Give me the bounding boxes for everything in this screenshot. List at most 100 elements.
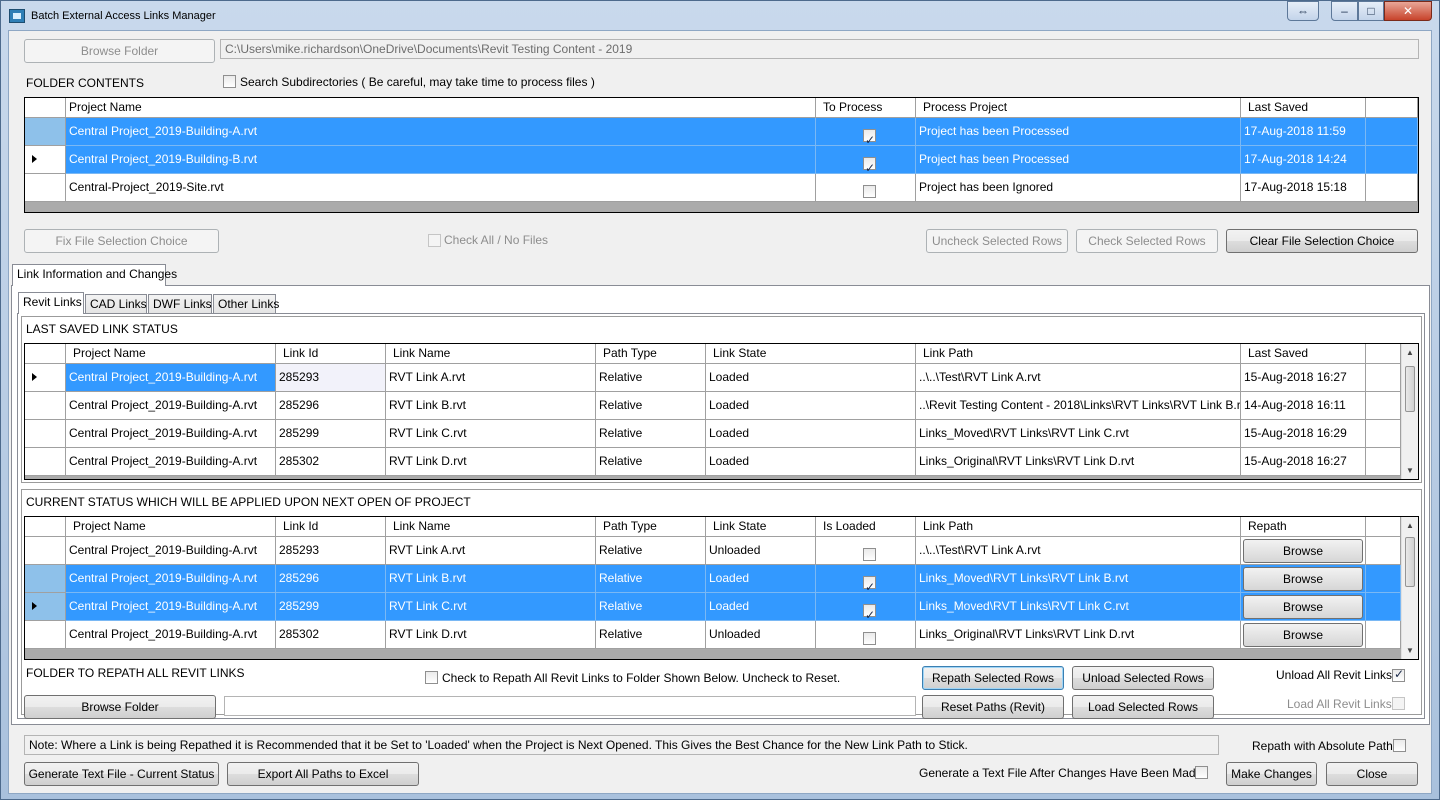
repath-folder-field[interactable] [224,696,916,716]
column-header[interactable]: Project Name [66,344,276,364]
table-row[interactable]: Central Project_2019-Building-A.rvt 2852… [25,364,1401,392]
tab-revit-links[interactable]: Revit Links [18,292,84,314]
last-saved-cell[interactable]: 17-Aug-2018 11:59 [1241,118,1366,146]
link-name-cell[interactable]: RVT Link B.rvt [386,565,596,593]
row-header[interactable] [25,174,66,202]
column-header[interactable]: Link State [706,517,816,537]
reset-paths-button[interactable]: Reset Paths (Revit) [922,695,1064,719]
column-header[interactable]: Is Loaded [816,517,916,537]
row-header[interactable] [25,448,66,476]
maximize-button[interactable]: □ [1358,1,1384,21]
to-process-cell[interactable] [816,174,916,202]
link-state-cell[interactable]: Loaded [706,420,916,448]
link-name-cell[interactable]: RVT Link C.rvt [386,593,596,621]
last-saved-cell[interactable]: 15-Aug-2018 16:27 [1241,448,1366,476]
unload-all-checkbox[interactable] [1392,667,1405,682]
link-name-cell[interactable]: RVT Link C.rvt [386,420,596,448]
link-id-cell[interactable]: 285299 [276,593,386,621]
is-loaded-checkbox[interactable] [863,548,876,561]
tab-dwf-links[interactable]: DWF Links [148,294,212,314]
link-state-cell[interactable]: Loaded [706,392,916,420]
row-header[interactable] [25,537,66,565]
path-type-cell[interactable]: Relative [596,364,706,392]
link-id-cell[interactable]: 285296 [276,392,386,420]
vertical-scrollbar[interactable]: ▲ ▼ [1401,344,1418,479]
row-header[interactable] [25,593,66,621]
export-paths-excel-button[interactable]: Export All Paths to Excel [227,762,419,786]
link-id-cell[interactable]: 285293 [276,364,386,392]
generate-after-checkbox[interactable] [1195,766,1208,779]
project-name-cell[interactable]: Central Project_2019-Building-A.rvt [66,118,816,146]
column-header[interactable]: Link State [706,344,916,364]
column-header[interactable]: Path Type [596,517,706,537]
column-header[interactable]: Last Saved [1241,98,1366,118]
scroll-up-icon[interactable]: ▲ [1402,344,1418,361]
path-type-cell[interactable]: Relative [596,537,706,565]
column-header[interactable]: Project Name [66,98,816,118]
row-header[interactable] [25,565,66,593]
link-id-cell[interactable]: 285299 [276,420,386,448]
load-selected-rows-button[interactable]: Load Selected Rows [1072,695,1214,719]
last-saved-cell[interactable]: 17-Aug-2018 15:18 [1241,174,1366,202]
browse-repath-button[interactable]: Browse [1243,595,1363,619]
last-saved-cell[interactable]: 15-Aug-2018 16:27 [1241,364,1366,392]
project-name-cell[interactable]: Central Project_2019-Building-A.rvt [66,537,276,565]
link-state-cell[interactable]: Loaded [706,593,816,621]
last-saved-cell[interactable]: 17-Aug-2018 14:24 [1241,146,1366,174]
browse-folder-button[interactable]: Browse Folder [24,39,215,63]
to-process-cell[interactable] [816,146,916,174]
project-name-cell[interactable]: Central-Project_2019-Site.rvt [66,174,816,202]
table-row[interactable]: Central Project_2019-Building-A.rvt 2852… [25,565,1401,593]
row-header[interactable] [25,621,66,649]
link-path-cell[interactable]: Links_Original\RVT Links\RVT Link D.rvt [916,621,1241,649]
path-type-cell[interactable]: Relative [596,420,706,448]
column-header[interactable]: Link Path [916,344,1241,364]
project-name-cell[interactable]: Central Project_2019-Building-A.rvt [66,448,276,476]
resize-arrows-button[interactable]: ⇔ [1287,1,1319,21]
link-state-cell[interactable]: Loaded [706,364,916,392]
link-state-cell[interactable]: Unloaded [706,621,816,649]
column-header[interactable]: Link Name [386,344,596,364]
link-path-cell[interactable]: ..\Revit Testing Content - 2018\Links\RV… [916,392,1241,420]
uncheck-selected-rows-button[interactable]: Uncheck Selected Rows [926,229,1068,253]
scroll-thumb[interactable] [1405,366,1415,412]
column-header[interactable]: Link Id [276,517,386,537]
column-header[interactable]: Process Project [916,98,1241,118]
generate-text-file-button[interactable]: Generate Text File - Current Status [24,762,219,786]
tab-link-information[interactable]: Link Information and Changes [12,264,177,286]
column-header[interactable]: Last Saved [1241,344,1366,364]
table-row[interactable]: Central-Project_2019-Site.rvt Project ha… [25,174,1418,202]
link-path-cell[interactable]: ..\..\Test\RVT Link A.rvt [916,364,1241,392]
row-header[interactable] [25,364,66,392]
table-row[interactable]: Central Project_2019-Building-A.rvt 2853… [25,621,1401,649]
repath-browse-folder-button[interactable]: Browse Folder [24,695,216,719]
link-path-cell[interactable]: Links_Original\RVT Links\RVT Link D.rvt [916,448,1241,476]
load-all-checkbox[interactable] [1392,697,1405,710]
project-name-cell[interactable]: Central Project_2019-Building-B.rvt [66,146,816,174]
repath-all-checkbox[interactable] [425,671,438,684]
scroll-up-icon[interactable]: ▲ [1402,517,1418,534]
project-name-cell[interactable]: Central Project_2019-Building-A.rvt [66,565,276,593]
scroll-thumb[interactable] [1405,537,1415,587]
folder-path-field[interactable]: C:\Users\mike.richardson\OneDrive\Docume… [220,39,1419,59]
row-header[interactable] [25,146,66,174]
to-process-checkbox[interactable] [863,155,876,173]
browse-repath-button[interactable]: Browse [1243,567,1363,591]
link-id-cell[interactable]: 285293 [276,537,386,565]
table-row[interactable]: Central Project_2019-Building-A.rvt 2852… [25,392,1401,420]
link-name-cell[interactable]: RVT Link D.rvt [386,621,596,649]
process-status-cell[interactable]: Project has been Processed [916,118,1241,146]
absolute-paths-checkbox[interactable] [1393,739,1406,752]
table-row[interactable]: Central Project_2019-Building-A.rvt 2852… [25,420,1401,448]
link-name-cell[interactable]: RVT Link A.rvt [386,364,596,392]
column-header[interactable]: Link Id [276,344,386,364]
make-changes-button[interactable]: Make Changes [1226,762,1317,786]
check-selected-rows-button[interactable]: Check Selected Rows [1076,229,1218,253]
repath-selected-rows-button[interactable]: Repath Selected Rows [922,666,1064,690]
vertical-scrollbar[interactable]: ▲ ▼ [1401,517,1418,659]
check-all-checkbox[interactable] [428,234,441,247]
column-header[interactable]: Path Type [596,344,706,364]
column-header[interactable]: Repath [1241,517,1366,537]
unload-selected-rows-button[interactable]: Unload Selected Rows [1072,666,1214,690]
is-loaded-cell[interactable] [816,565,916,593]
